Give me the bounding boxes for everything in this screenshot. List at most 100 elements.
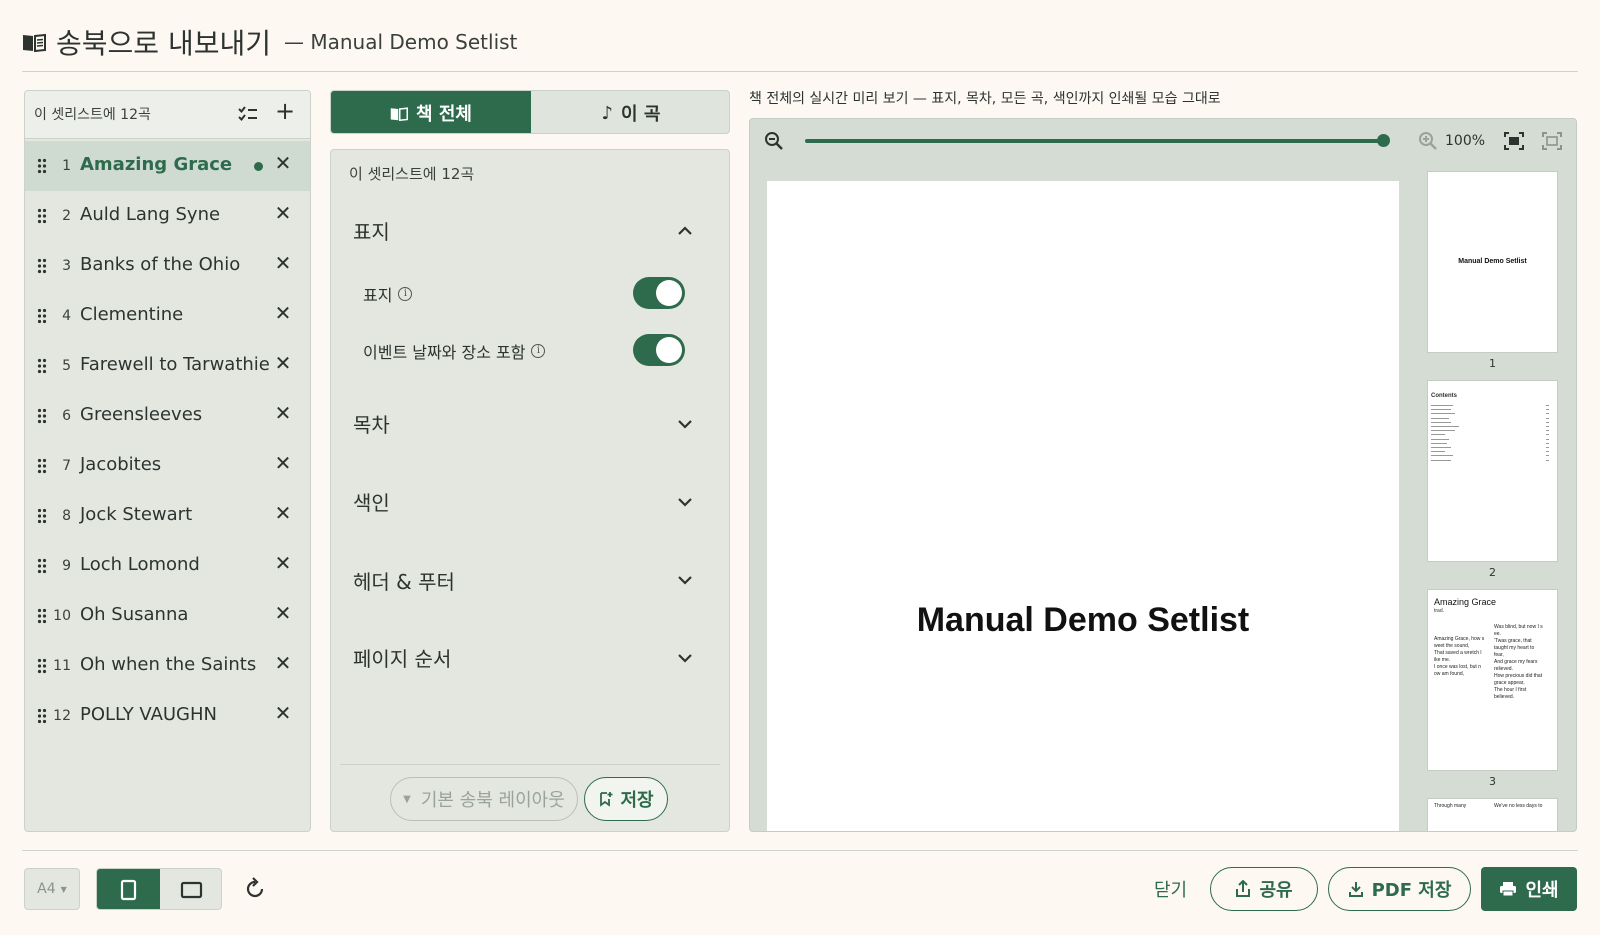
chevron-down-icon[interactable]	[676, 493, 694, 511]
landscape-button[interactable]	[160, 869, 221, 909]
setlist-song-row[interactable]: 8 Jock Stewart ✕	[25, 491, 310, 541]
book-open-icon	[23, 33, 46, 52]
page-thumbnail[interactable]: Manual Demo Setlist	[1427, 171, 1558, 353]
checklist-icon[interactable]	[237, 103, 259, 125]
drag-handle-icon[interactable]	[37, 708, 47, 724]
remove-song-icon[interactable]: ✕	[271, 351, 295, 379]
event-toggle[interactable]	[633, 334, 685, 366]
zoom-slider-knob[interactable]	[1377, 134, 1390, 147]
info-icon[interactable]: i	[531, 344, 546, 358]
add-song-button[interactable]: +	[273, 97, 297, 127]
setlist-song-row[interactable]: 1 Amazing Grace ✕	[25, 141, 310, 191]
chevron-down-icon[interactable]	[676, 415, 694, 433]
remove-song-icon[interactable]: ✕	[271, 551, 295, 579]
toc-page-number	[1546, 409, 1549, 411]
page-thumbnail[interactable]: Amazing Grace trad. Amazing Grace, how s…	[1427, 589, 1558, 771]
cover-option-label: 표지	[363, 286, 393, 305]
section-toc-title[interactable]: 목차	[353, 409, 390, 438]
remove-song-icon[interactable]: ✕	[271, 251, 295, 279]
info-icon[interactable]: i	[398, 287, 413, 301]
toc-page-number	[1546, 434, 1549, 436]
layout-select[interactable]: ▼ 기본 송북 레이아웃	[390, 777, 578, 821]
toc-entry-line	[1431, 421, 1451, 423]
cover-toggle[interactable]	[633, 277, 685, 309]
song-name: Loch Lomond	[80, 554, 200, 575]
setlist-song-row[interactable]: 6 Greensleeves ✕	[25, 391, 310, 441]
remove-song-icon[interactable]: ✕	[271, 401, 295, 429]
close-button[interactable]: 닫기	[1154, 876, 1187, 902]
toc-entry-line	[1431, 434, 1445, 436]
paper-size-select[interactable]: A4 ▼	[24, 868, 80, 910]
song-number: 8	[62, 508, 71, 524]
remove-song-icon[interactable]: ✕	[271, 651, 295, 679]
remove-song-icon[interactable]: ✕	[271, 501, 295, 529]
song-name: Auld Lang Syne	[80, 204, 221, 225]
setlist-song-row[interactable]: 12 POLLY VAUGHN ✕	[25, 691, 310, 741]
save-pdf-button[interactable]: PDF 저장	[1328, 867, 1471, 911]
print-label: 인쇄	[1525, 880, 1559, 901]
rotate-icon[interactable]	[243, 877, 267, 901]
song-name: Farewell to Tarwathie	[80, 354, 270, 375]
setlist-song-row[interactable]: 10 Oh Susanna ✕	[25, 591, 310, 641]
drag-handle-icon[interactable]	[37, 358, 47, 374]
drag-handle-icon[interactable]	[37, 558, 47, 574]
drag-handle-icon[interactable]	[37, 158, 47, 174]
setlist-song-row[interactable]: 7 Jacobites ✕	[25, 441, 310, 491]
zoom-out-icon[interactable]	[764, 131, 784, 151]
setlist-song-row[interactable]: 3 Banks of the Ohio ✕	[25, 241, 310, 291]
setlist-song-row[interactable]: 11 Oh when the Saints ✕	[25, 641, 310, 691]
fit-page-icon[interactable]	[1504, 132, 1524, 150]
chevron-down-icon[interactable]	[676, 649, 694, 667]
zoom-slider[interactable]	[805, 134, 1390, 147]
drag-handle-icon[interactable]	[37, 308, 47, 324]
save-layout-button[interactable]: 저장	[584, 777, 668, 821]
tab-whole-book[interactable]: 책 전체	[331, 91, 531, 133]
zoom-in-icon[interactable]	[1418, 131, 1438, 151]
fullscreen-icon[interactable]	[1542, 132, 1562, 150]
song-name: Amazing Grace	[80, 154, 233, 175]
drag-handle-icon[interactable]	[37, 508, 47, 524]
setlist-song-row[interactable]: 4 Clementine ✕	[25, 291, 310, 341]
section-page-order-title[interactable]: 페이지 순서	[353, 643, 451, 672]
setlist-header: 이 셋리스트에 12곡 +	[25, 91, 310, 139]
toc-entry-line	[1431, 438, 1449, 440]
options-panel: 이 셋리스트에 12곡 표지 표지 i 이벤트 날짜와 장소 포함 i 목차 색…	[330, 149, 730, 832]
remove-song-icon[interactable]: ✕	[271, 601, 295, 629]
remove-song-icon[interactable]: ✕	[271, 451, 295, 479]
remove-song-icon[interactable]: ✕	[271, 301, 295, 329]
song-number: 4	[62, 308, 71, 324]
song-name: Oh Susanna	[80, 604, 189, 625]
remove-song-icon[interactable]: ✕	[271, 201, 295, 229]
section-cover-title[interactable]: 표지	[353, 216, 390, 245]
section-header-footer-title[interactable]: 헤더 & 푸터	[353, 566, 455, 595]
chevron-down-icon[interactable]	[676, 571, 694, 589]
drag-handle-icon[interactable]	[37, 458, 47, 474]
remove-song-icon[interactable]: ✕	[271, 701, 295, 729]
share-label: 공유	[1259, 880, 1293, 901]
portrait-icon	[120, 879, 137, 901]
setlist-song-row[interactable]: 5 Farewell to Tarwathie ✕	[25, 341, 310, 391]
song-number: 12	[53, 708, 71, 724]
drag-handle-icon[interactable]	[37, 658, 47, 674]
drag-handle-icon[interactable]	[37, 408, 47, 424]
print-button[interactable]: 인쇄	[1481, 867, 1577, 911]
share-button[interactable]: 공유	[1210, 867, 1318, 911]
paper-size-value: A4	[37, 881, 56, 897]
page-thumbnail[interactable]: Contents	[1427, 380, 1558, 562]
drag-handle-icon[interactable]	[37, 258, 47, 274]
drag-handle-icon[interactable]	[37, 208, 47, 224]
song-name: Jacobites	[80, 454, 162, 475]
zoom-level: 100%	[1445, 133, 1486, 149]
chevron-up-icon[interactable]	[676, 222, 694, 240]
view-tabs: 책 전체 ♪ 이 곡	[330, 90, 730, 134]
portrait-button[interactable]	[97, 869, 160, 909]
drag-handle-icon[interactable]	[37, 608, 47, 624]
page-thumbnail[interactable]: Through many We've no less days to	[1427, 798, 1558, 831]
song-number: 5	[62, 358, 71, 374]
setlist-song-row[interactable]: 9 Loch Lomond ✕	[25, 541, 310, 591]
section-index-title[interactable]: 색인	[353, 487, 390, 516]
tab-this-song[interactable]: ♪ 이 곡	[531, 91, 729, 133]
setlist-song-row[interactable]: 2 Auld Lang Syne ✕	[25, 191, 310, 241]
song-name: Jock Stewart	[80, 504, 193, 525]
remove-song-icon[interactable]: ✕	[271, 151, 295, 179]
